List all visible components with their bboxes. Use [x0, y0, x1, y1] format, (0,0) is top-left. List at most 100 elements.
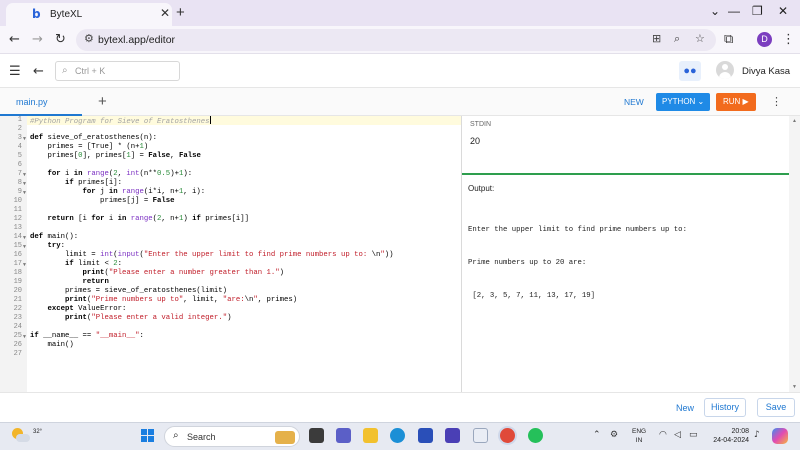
code-line[interactable]: try:	[30, 242, 66, 251]
more-options-icon[interactable]: ⋮	[771, 95, 782, 108]
app-icon[interactable]	[445, 428, 460, 443]
translate-icon[interactable]: ⊞	[652, 32, 661, 45]
code-line[interactable]: if primes[i]:	[30, 179, 122, 188]
system-clock[interactable]: 20:08 24-04-2024	[709, 427, 749, 445]
language-select[interactable]: PYTHON ⌄	[656, 93, 710, 111]
app-icon-2[interactable]	[473, 428, 488, 443]
code-line[interactable]: def main():	[30, 233, 78, 242]
weather-widget[interactable]: 32°	[12, 426, 42, 446]
notification-bell-icon[interactable]: ♪	[754, 430, 760, 440]
stdin-panel[interactable]: STDIN 20	[462, 116, 789, 173]
site-info-icon[interactable]: ⚙	[84, 32, 94, 45]
browser-tab[interactable]: b ByteXL ✕	[6, 3, 172, 26]
file-explorer-icon[interactable]	[363, 428, 378, 443]
whatsapp-icon[interactable]	[528, 428, 543, 443]
line-number: 3	[17, 134, 22, 142]
fold-arrow-icon[interactable]: ▼	[22, 136, 27, 142]
fold-arrow-icon[interactable]: ▼	[22, 262, 27, 268]
code-token: (n**	[139, 170, 158, 178]
code-line[interactable]: primes = [True] * (n+1)	[30, 143, 149, 152]
code-line[interactable]: primes[j] = False	[30, 197, 174, 206]
fold-arrow-icon[interactable]: ▼	[22, 334, 27, 340]
wifi-icon[interactable]: ◠	[659, 430, 667, 440]
sidebar-toggle-icon[interactable]: ☰	[9, 64, 21, 79]
tray-chevron-icon[interactable]: ⌃	[593, 430, 601, 440]
bookmark-star-icon[interactable]: ☆	[695, 32, 705, 45]
reload-icon[interactable]: ↻	[55, 32, 66, 47]
copilot-icon[interactable]	[772, 428, 788, 444]
edge-icon[interactable]	[390, 428, 405, 443]
code-line[interactable]: return [i for i in range(2, n+1) if prim…	[30, 215, 250, 224]
stdin-input[interactable]: 20	[470, 136, 480, 146]
window-close-icon[interactable]: ✕	[778, 4, 788, 18]
tab-search-icon[interactable]: ⌄	[710, 4, 720, 18]
line-number: 20	[13, 287, 22, 295]
user-avatar[interactable]	[716, 61, 734, 79]
code-line[interactable]: return	[30, 278, 109, 287]
url-text[interactable]: bytexl.app/editor	[98, 34, 175, 46]
forward-arrow-icon[interactable]: →	[32, 32, 43, 47]
search-icon: ⌕	[173, 430, 179, 441]
windows-start-icon[interactable]	[141, 429, 155, 443]
store-icon[interactable]	[418, 428, 433, 443]
vertical-scrollbar[interactable]: ▲ ▼	[789, 116, 800, 392]
zoom-icon[interactable]: ⌕	[674, 32, 680, 46]
code-editor[interactable]: 1 2 3 ▼ 4 5 6 7 ▼ 8 ▼ 9 ▼ 10 11 12 13 14 ▼ 15 ▼ 16 17 ▼ 18 19 20 21…	[0, 116, 461, 392]
run-button[interactable]: RUN ▶	[716, 93, 756, 111]
scroll-down-icon[interactable]: ▼	[792, 384, 797, 390]
code-token: in	[73, 170, 87, 178]
line-number: 19	[13, 278, 22, 286]
code-line[interactable]: main()	[30, 341, 74, 350]
code-line[interactable]: limit = int(input("Enter the upper limit…	[30, 251, 394, 260]
save-button[interactable]: Save	[757, 398, 795, 417]
code-line[interactable]: primes = sieve_of_eratosthenes(limit)	[30, 287, 227, 296]
code-line[interactable]: primes[0], primes[1] = False, False	[30, 152, 201, 161]
fold-arrow-icon[interactable]: ▼	[22, 244, 27, 250]
code-line[interactable]: if __name__ == "__main__":	[30, 332, 144, 341]
tray-app-icon[interactable]: ⚙	[610, 430, 618, 440]
address-bar[interactable]: ⚙ bytexl.app/editor ⊞ ⌕ ☆	[76, 29, 716, 51]
search-input[interactable]: ⌕ Ctrl + K	[55, 61, 180, 81]
minimize-icon[interactable]: —	[728, 4, 740, 18]
code-line[interactable]: except ValueError:	[30, 305, 127, 314]
user-name[interactable]: Divya Kasa	[742, 66, 790, 77]
profile-avatar[interactable]: D	[757, 32, 772, 47]
fold-arrow-icon[interactable]: ▼	[22, 235, 27, 241]
code-line[interactable]: if limit < 2:	[30, 260, 122, 269]
back-arrow-icon[interactable]: ←	[9, 32, 20, 47]
fold-arrow-icon[interactable]: ▼	[22, 190, 27, 196]
code-line[interactable]: #Python Program for Sieve of Eratosthene…	[30, 116, 211, 127]
tab-close-icon[interactable]: ✕	[160, 6, 170, 20]
code-line[interactable]: for j in range(i*i, n+1, i):	[30, 188, 206, 197]
footer-new-button[interactable]: New	[676, 403, 694, 413]
code-line[interactable]: print("Prime numbers up to", limit, "are…	[30, 296, 297, 305]
extensions-icon[interactable]: ⧉	[724, 32, 733, 47]
chrome-icon[interactable]	[500, 428, 515, 443]
code-line[interactable]: print("Please enter a valid integer.")	[30, 314, 231, 323]
teams-icon[interactable]	[336, 428, 351, 443]
code-line[interactable]: print("Please enter a number greater tha…	[30, 269, 284, 278]
restore-icon[interactable]: ❐	[752, 4, 763, 18]
battery-icon[interactable]: ▭	[689, 430, 698, 440]
chat-button[interactable]: ●●	[679, 61, 701, 81]
add-file-icon[interactable]: +	[98, 93, 107, 110]
code-line[interactable]: def sieve_of_eratosthenes(n):	[30, 134, 157, 143]
code-token: "__main__"	[95, 332, 140, 340]
scroll-up-icon[interactable]: ▲	[792, 118, 797, 124]
file-tab-main[interactable]: main.py	[0, 88, 82, 116]
taskbar-search[interactable]: ⌕ Search	[164, 426, 300, 447]
volume-icon[interactable]: ◁	[674, 430, 681, 440]
editor-footer: New History Save	[0, 392, 800, 422]
new-tab-icon[interactable]: +	[176, 4, 185, 21]
back-icon[interactable]: ←	[33, 64, 44, 79]
history-button[interactable]: History	[704, 398, 746, 417]
code-line[interactable]: for i in range(2, int(n**0.5)+1):	[30, 170, 193, 179]
input-language[interactable]: ENG IN	[632, 427, 646, 445]
fold-arrow-icon[interactable]: ▼	[22, 181, 27, 187]
fold-arrow-icon[interactable]: ▼	[22, 172, 27, 178]
browser-menu-icon[interactable]: ⋮	[782, 32, 795, 47]
new-button[interactable]: NEW	[624, 97, 644, 107]
task-view-icon[interactable]	[309, 428, 324, 443]
